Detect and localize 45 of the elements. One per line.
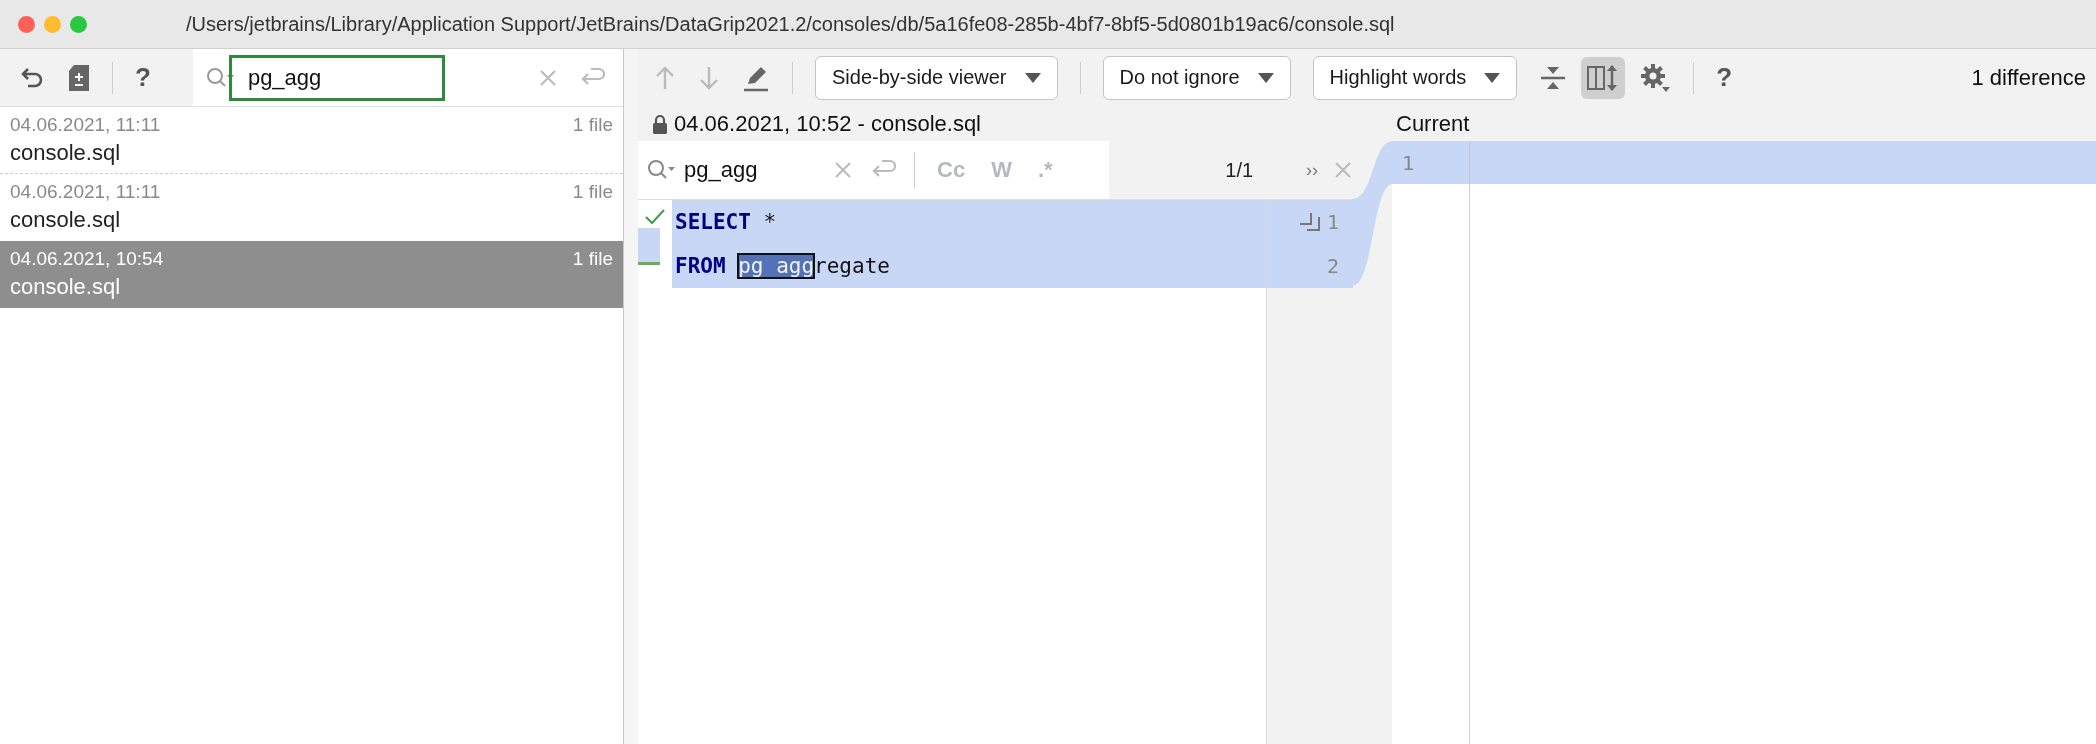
- history-item[interactable]: 04.06.2021, 11:11 1 file console.sql: [0, 107, 623, 174]
- lock-icon: [652, 113, 668, 134]
- window-title: /Users/jetbrains/Library/Application Support/JetBrains/DataGrip2021.2/consoles/db/5a16fe08-285b-4bf7-8bf5-5d0801b19ac6/console.sql: [186, 12, 1395, 36]
- settings-icon[interactable]: [1639, 61, 1672, 94]
- difference-count: 1 difference: [1971, 64, 2086, 91]
- file-count: 1 file: [572, 114, 613, 136]
- caret-icon: [1024, 72, 1041, 83]
- pane-title: Current: [1396, 110, 1470, 137]
- search-field[interactable]: pg_agg: [228, 54, 445, 101]
- close-icon[interactable]: [1334, 161, 1352, 179]
- file-count: 1 file: [572, 181, 613, 203]
- history-date: 04.06.2021, 11:11: [10, 114, 161, 136]
- find-field[interactable]: pg_agg: [682, 156, 816, 184]
- change-marker: [638, 228, 660, 265]
- dropdown[interactable]: Do not ignore: [1102, 55, 1291, 100]
- caret-icon: [1484, 72, 1501, 83]
- down-arrow-icon[interactable]: [698, 64, 720, 91]
- pane-title: 04.06.2021, 10:52 - console.sql: [674, 110, 981, 137]
- zoom-window-button[interactable]: [70, 15, 87, 33]
- file-count: 1 file: [572, 248, 613, 270]
- file-name: console.sql: [10, 207, 122, 233]
- history-item[interactable]: 04.06.2021, 11:11 1 file console.sql: [0, 174, 623, 241]
- file-name: console.sql: [10, 140, 122, 166]
- file-name: console.sql: [10, 274, 122, 300]
- caret-icon: [1257, 72, 1274, 83]
- help-button[interactable]: ?: [135, 62, 151, 93]
- up-arrow-icon[interactable]: [654, 64, 676, 91]
- check-icon: [644, 208, 666, 226]
- more-button[interactable]: ››: [1306, 159, 1318, 181]
- history-date: 04.06.2021, 11:11: [10, 181, 161, 203]
- clear-icon[interactable]: [539, 68, 557, 87]
- history-date: 04.06.2021, 10:54: [10, 248, 164, 270]
- clear-icon[interactable]: [834, 161, 852, 179]
- minimize-window-button[interactable]: [44, 15, 61, 33]
- line-number: 1: [1401, 150, 1416, 175]
- document-icon[interactable]: [68, 63, 90, 92]
- dropdown[interactable]: Highlight words: [1312, 55, 1518, 100]
- fold-icon: [1298, 212, 1321, 232]
- dropdown[interactable]: Side-by-side viewer: [815, 55, 1058, 100]
- close-window-button[interactable]: [18, 15, 35, 33]
- line-number: 2: [1326, 254, 1339, 278]
- help-button[interactable]: ?: [1716, 62, 1733, 93]
- line-number: 1: [1326, 210, 1339, 234]
- toggle-button[interactable]: [1581, 56, 1626, 99]
- match-count: 1/1: [1225, 158, 1255, 182]
